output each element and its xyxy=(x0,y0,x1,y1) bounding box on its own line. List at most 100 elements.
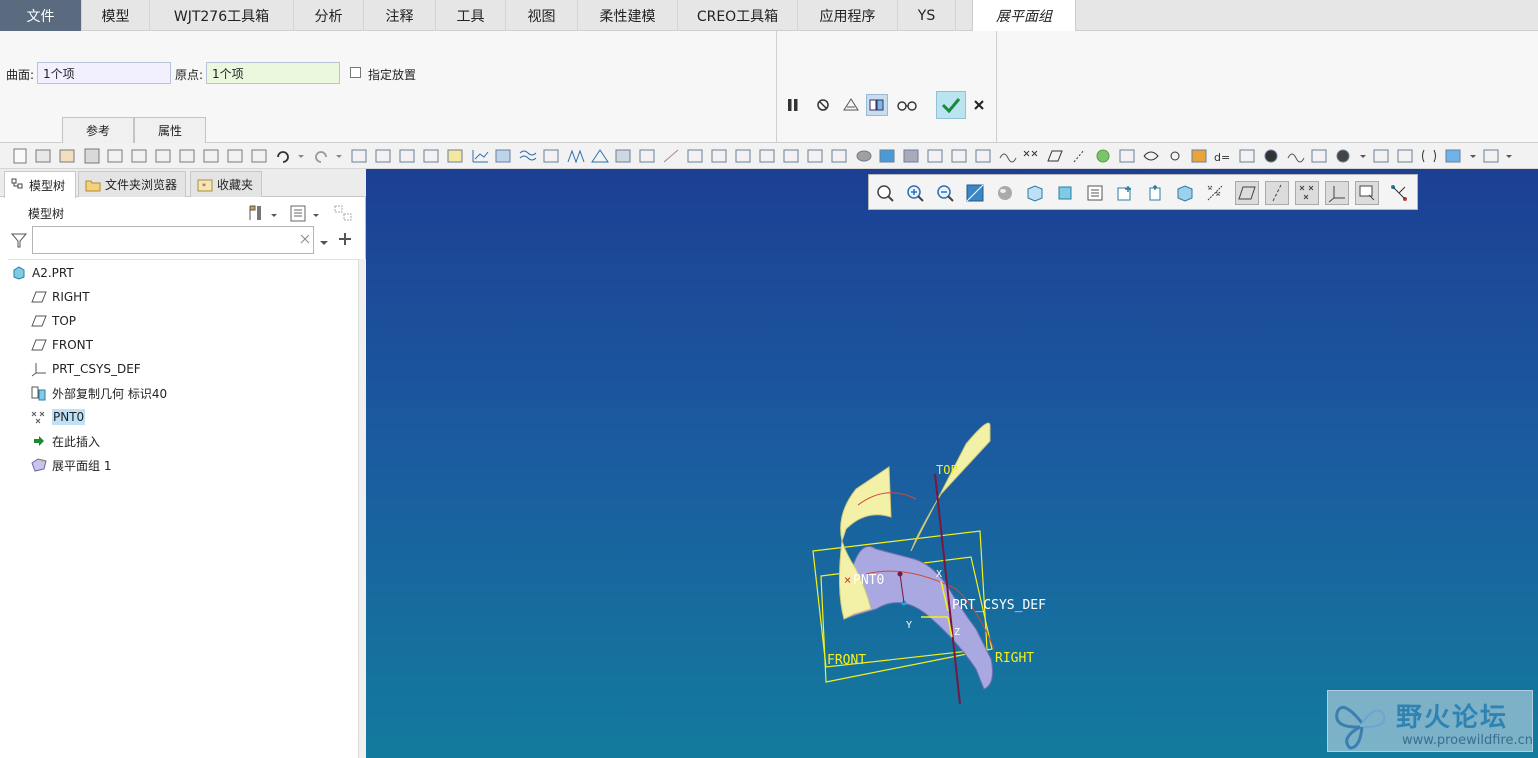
tab-folder-browser-label: 文件夹浏览器 xyxy=(105,178,178,192)
label-right: RIGHT xyxy=(995,651,1035,666)
datum-plane-icon xyxy=(30,336,48,354)
tab-folder-browser[interactable]: 文件夹浏览器 xyxy=(78,171,186,197)
label-y-axis: Y xyxy=(906,620,913,631)
watermark-url: www.proewildfire.cn xyxy=(1402,733,1533,748)
cancel-button[interactable] xyxy=(968,94,990,116)
verify-glasses-icon[interactable] xyxy=(896,94,918,116)
svg-text:×: × xyxy=(844,573,851,587)
tree-item-label: 外部复制几何 标识40 xyxy=(52,386,168,401)
tree-item-label: RIGHT xyxy=(52,290,90,304)
tree-item-right-plane[interactable]: RIGHT xyxy=(30,286,90,308)
tree-item-front-plane[interactable]: FRONT xyxy=(30,334,93,356)
tab-annotate[interactable]: 注释 xyxy=(364,0,436,31)
tab-applications[interactable]: 应用程序 xyxy=(798,0,898,31)
label-z-axis: Z xyxy=(954,627,961,638)
copy-geometry-icon xyxy=(30,384,48,402)
tree-item-label: PRT_CSYS_DEF xyxy=(52,362,141,376)
surface-sheet-shaded xyxy=(843,546,993,690)
tab-tools[interactable]: 工具 xyxy=(436,0,506,31)
watermark: 野火论坛 www.proewildfire.cn xyxy=(1327,690,1533,752)
no-preview-icon[interactable] xyxy=(812,94,834,116)
svg-text:*: * xyxy=(41,458,45,466)
label-x-axis: X xyxy=(936,569,943,580)
tree-scrollbar[interactable] xyxy=(358,259,366,758)
tree-item-label: FRONT xyxy=(52,338,93,352)
tree-item-flatten-quilt[interactable]: * 展平面组 1 xyxy=(30,454,111,476)
checkmark-icon xyxy=(941,98,961,114)
arrow-right-icon xyxy=(30,432,48,450)
tab-model-tree-label: 模型树 xyxy=(29,178,66,193)
clear-search-icon[interactable] xyxy=(299,233,311,245)
tab-analysis[interactable]: 分析 xyxy=(294,0,364,31)
ribbon-tab-bar: 文件 模型 WJT276工具箱 分析 注释 工具 视图 柔性建模 CREO工具箱… xyxy=(0,0,1538,32)
surface-sheet-left xyxy=(840,466,892,543)
tab-favorites-label: 收藏夹 xyxy=(217,178,254,192)
label-pnt0: PNT0 xyxy=(853,573,885,588)
tab-file[interactable]: 文件 xyxy=(0,0,82,31)
tree-item-label: 在此插入 xyxy=(52,434,101,449)
datum-plane-icon xyxy=(30,288,48,306)
label-front: FRONT xyxy=(827,653,867,668)
flatten-quilt-icon: * xyxy=(30,456,48,474)
origin-label: 原点: xyxy=(175,68,204,82)
close-icon xyxy=(974,100,984,110)
detached-preview-icon[interactable] xyxy=(866,94,888,116)
chevron-down-icon[interactable] xyxy=(270,209,278,217)
tab-flatten-quilt[interactable]: 展平面组 xyxy=(972,0,1076,32)
model-tree-title: 模型树 xyxy=(28,207,65,221)
watermark-title: 野火论坛 xyxy=(1396,703,1509,733)
tree-item-label: PNT0 xyxy=(52,409,86,425)
tab-references[interactable]: 参考 xyxy=(62,117,134,143)
filter-icon[interactable] xyxy=(10,231,28,249)
tab-model[interactable]: 模型 xyxy=(82,0,150,31)
favorites-icon: * xyxy=(197,179,213,191)
tree-item-external-copy-geom[interactable]: 外部复制几何 标识40 xyxy=(30,382,167,404)
chevron-down-icon[interactable] xyxy=(319,236,329,245)
tree-item-pnt0[interactable]: PNT0 xyxy=(30,406,86,428)
specify-placement-checkbox[interactable] xyxy=(350,67,361,78)
svg-text:d=: d= xyxy=(1214,151,1230,164)
tab-view[interactable]: 视图 xyxy=(506,0,578,31)
origin-collector[interactable]: 1个项 xyxy=(206,62,340,84)
add-icon[interactable] xyxy=(338,232,352,246)
navigator-tabs: 模型树 文件夹浏览器 * 收藏夹 xyxy=(0,169,366,198)
dashboard-divider xyxy=(776,31,777,143)
tab-properties[interactable]: 属性 xyxy=(134,117,206,143)
quick-access-toolbar: d= xyxy=(0,143,1538,169)
graphics-window[interactable]: × TOP PNT0 PRT_CSYS_DEF FRONT RIGHT X Y … xyxy=(366,169,1538,758)
tab-favorites[interactable]: * 收藏夹 xyxy=(190,171,262,197)
ok-button[interactable] xyxy=(936,91,966,119)
show-options-icon[interactable] xyxy=(288,203,308,223)
tree-item-part[interactable]: A2.PRT xyxy=(10,262,74,284)
label-csys: PRT_CSYS_DEF xyxy=(952,598,1046,613)
pause-icon[interactable] xyxy=(782,94,804,116)
svg-text:*: * xyxy=(202,182,206,191)
tab-creo-toolbox[interactable]: CREO工具箱 xyxy=(678,0,798,31)
dashboard-divider xyxy=(996,31,997,143)
tree-item-insert-here[interactable]: 在此插入 xyxy=(30,430,100,452)
tab-spacer xyxy=(956,0,972,30)
tab-ys[interactable]: YS xyxy=(898,0,956,31)
part-icon xyxy=(10,264,28,282)
flatten-quilt-dashboard: 曲面: 1个项 原点: 1个项 指定放置 参考 属性 xyxy=(0,31,1538,143)
tab-wjt276-toolbox[interactable]: WJT276工具箱 xyxy=(150,0,294,31)
attached-preview-icon[interactable] xyxy=(840,94,862,116)
chevron-down-icon[interactable] xyxy=(312,209,320,217)
tree-item-top-plane[interactable]: TOP xyxy=(30,310,76,332)
datum-plane-icon xyxy=(30,312,48,330)
tab-model-tree[interactable]: 模型树 xyxy=(4,171,76,198)
surface-collector[interactable]: 1个项 xyxy=(37,62,171,84)
datum-point-icon xyxy=(30,408,48,426)
specify-placement-label: 指定放置 xyxy=(368,68,417,82)
tree-search-input[interactable] xyxy=(32,226,314,254)
tree-item-label: 展平面组 1 xyxy=(52,458,112,473)
coordinate-system-icon xyxy=(30,360,48,378)
columns-icon[interactable] xyxy=(332,203,354,223)
model-tree: A2.PRT RIGHT TOP FRONT PRT_CSYS_DEF 外部复制… xyxy=(8,259,358,758)
tree-item-csys[interactable]: PRT_CSYS_DEF xyxy=(30,358,141,380)
settings-tools-icon[interactable] xyxy=(246,203,268,223)
folder-icon xyxy=(85,180,101,191)
tree-item-label: TOP xyxy=(52,314,77,328)
tab-flexible-modeling[interactable]: 柔性建模 xyxy=(578,0,678,31)
label-top: TOP xyxy=(936,463,958,477)
